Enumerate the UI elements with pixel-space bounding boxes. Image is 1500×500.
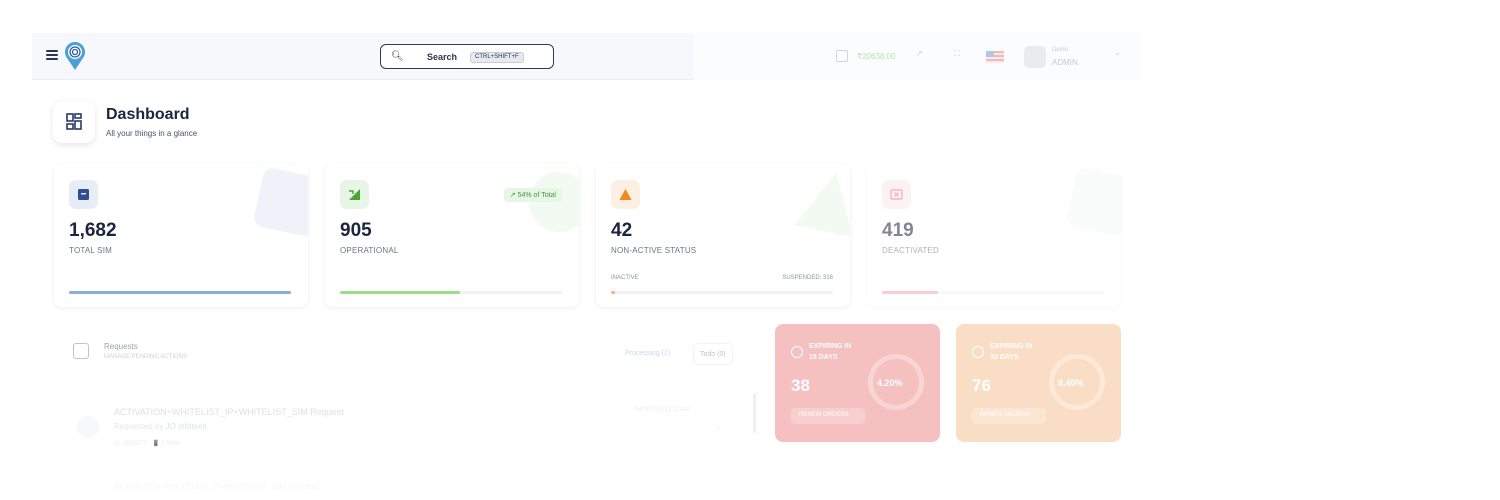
expiring-15-count: 38 bbox=[791, 376, 810, 395]
requests-panel: Requests MANAGE PENDING ACTIONS Processi… bbox=[53, 323, 756, 500]
page-title: Dashboard bbox=[106, 106, 190, 123]
request-by-prefix: Requested by bbox=[114, 422, 164, 431]
us-flag-icon[interactable] bbox=[986, 51, 1004, 63]
card-watermark-icon bbox=[1065, 166, 1121, 238]
total-sim-progress-fill bbox=[69, 291, 291, 294]
operational-badge-text: 54% of Total bbox=[517, 192, 556, 199]
deactivated-progress-fill bbox=[882, 291, 938, 294]
card-watermark-icon bbox=[794, 166, 850, 237]
request-date: 26/09/2025 11:11 AM bbox=[633, 407, 690, 413]
expiring-30-caption: EXPIRING IN 30 DAYS bbox=[990, 341, 1032, 363]
card-watermark-icon bbox=[252, 166, 308, 238]
search-label: Search bbox=[427, 52, 458, 62]
non-active-progress-fill bbox=[611, 291, 616, 294]
total-sim-progress bbox=[69, 291, 291, 294]
trend-icon[interactable]: ↗ bbox=[916, 49, 923, 58]
request-by: Requested by JO Infotech bbox=[114, 422, 207, 431]
request-by-name: JO Infotech bbox=[165, 422, 207, 431]
card-watermark-icon bbox=[523, 166, 579, 238]
requests-scrollbar[interactable] bbox=[753, 393, 756, 433]
request-title-2[interactable]: ACTIVATION+WHITELIST_IP+WHITELIST_SIM Re… bbox=[114, 482, 318, 491]
search-bar[interactable]: 🔍︎ Search CTRL+SHIFT+F bbox=[380, 44, 554, 69]
expiring-15-caption-2: 15 DAYS bbox=[809, 354, 838, 361]
expiring-15-card[interactable]: EXPIRING IN 15 DAYS 38 4.20% RENEW ORDERS bbox=[775, 324, 940, 442]
stat-card-total-sim[interactable]: 1,682 TOTAL SIM bbox=[54, 164, 308, 307]
suspended-count: SUSPENDED: 316 bbox=[782, 275, 833, 281]
wallet-balance: ₹20638.00 bbox=[857, 52, 896, 61]
expiring-15-percent: 4.20% bbox=[877, 378, 903, 388]
total-sim-value: 1,682 bbox=[69, 220, 117, 241]
inactive-label: INACTIVE bbox=[611, 275, 639, 281]
non-active-label: NON-ACTIVE STATUS bbox=[611, 246, 697, 255]
clipboard-icon bbox=[73, 343, 89, 359]
page-subtitle: All your things in a glance bbox=[106, 129, 198, 138]
request-title[interactable]: ACTIVATION+WHITELIST_IP+WHITELIST_SIM Re… bbox=[114, 407, 344, 417]
clock-icon bbox=[791, 346, 803, 358]
operational-progress bbox=[340, 291, 562, 294]
avatar[interactable] bbox=[1024, 46, 1046, 68]
stat-card-non-active[interactable]: 42 NON-ACTIVE STATUS INACTIVE SUSPENDED:… bbox=[596, 164, 850, 307]
wallet-icon[interactable] bbox=[836, 50, 848, 62]
deactivated-progress bbox=[882, 291, 1104, 294]
close-box-icon bbox=[882, 180, 911, 209]
non-active-value: 42 bbox=[611, 220, 633, 241]
request-icon bbox=[77, 416, 99, 438]
expiring-30-count: 76 bbox=[972, 376, 991, 395]
top-bar: 🔍︎ Search CTRL+SHIFT+F bbox=[32, 33, 694, 80]
hamburger-menu-icon[interactable] bbox=[46, 50, 58, 60]
expiring-30-percent: 8.40% bbox=[1058, 378, 1084, 388]
requests-subtitle: MANAGE PENDING ACTIONS bbox=[104, 354, 188, 360]
search-icon: 🔍︎ bbox=[391, 51, 404, 62]
logo-icon[interactable] bbox=[64, 41, 86, 71]
stat-card-operational[interactable]: ↗ 54% of Total 905 OPERATIONAL bbox=[325, 164, 579, 307]
top-bar-right: ₹20638.00 ↗ ⛶ Demo ADMIN ⌄ bbox=[694, 33, 1140, 80]
expiring-30-card[interactable]: EXPIRING IN 30 DAYS 76 8.40% RENEW ORDERS bbox=[956, 324, 1121, 442]
renew-orders-button-30[interactable]: RENEW ORDERS bbox=[972, 408, 1046, 424]
chevron-right-icon[interactable]: › bbox=[717, 423, 720, 433]
dashboard-icon-box bbox=[53, 101, 95, 143]
chevron-down-icon[interactable]: ⌄ bbox=[1114, 48, 1121, 57]
renew-orders-button[interactable]: RENEW ORDERS bbox=[791, 408, 865, 424]
requests-title: Requests bbox=[104, 342, 138, 351]
total-sim-label: TOTAL SIM bbox=[69, 246, 112, 255]
signal-icon bbox=[340, 180, 369, 209]
request-meta: ID: 3563277 · 📱 1 SIMs bbox=[114, 441, 180, 447]
operational-label: OPERATIONAL bbox=[340, 246, 399, 255]
calendar-icon bbox=[972, 346, 984, 358]
warning-icon bbox=[611, 180, 640, 209]
tab-todo[interactable]: Todo (0) bbox=[693, 343, 733, 365]
user-role: ADMIN bbox=[1052, 58, 1078, 67]
expiring-30-caption-2: 30 DAYS bbox=[990, 354, 1019, 361]
deactivated-label: DEACTIVATED bbox=[882, 246, 940, 255]
expiring-15-caption-1: EXPIRING IN bbox=[809, 343, 852, 350]
expiring-30-caption-1: EXPIRING IN bbox=[990, 343, 1033, 350]
dashboard-icon bbox=[66, 113, 82, 130]
operational-value: 905 bbox=[340, 220, 372, 241]
non-active-progress bbox=[611, 291, 833, 294]
operational-progress-fill bbox=[340, 291, 460, 294]
user-name: Demo bbox=[1052, 47, 1069, 53]
expiring-15-caption: EXPIRING IN 15 DAYS bbox=[809, 341, 851, 363]
fullscreen-icon[interactable]: ⛶ bbox=[954, 49, 960, 59]
sim-box-icon bbox=[69, 180, 98, 209]
dashboard-page: 🔍︎ Search CTRL+SHIFT+F ₹20638.00 ↗ ⛶ Dem… bbox=[0, 0, 1500, 500]
deactivated-value: 419 bbox=[882, 220, 914, 241]
tab-processing[interactable]: Processing (1) bbox=[619, 343, 676, 365]
stat-card-deactivated[interactable]: 419 DEACTIVATED bbox=[867, 164, 1121, 307]
search-shortcut: CTRL+SHIFT+F bbox=[470, 52, 524, 63]
operational-percent-badge: ↗ 54% of Total bbox=[503, 188, 562, 202]
